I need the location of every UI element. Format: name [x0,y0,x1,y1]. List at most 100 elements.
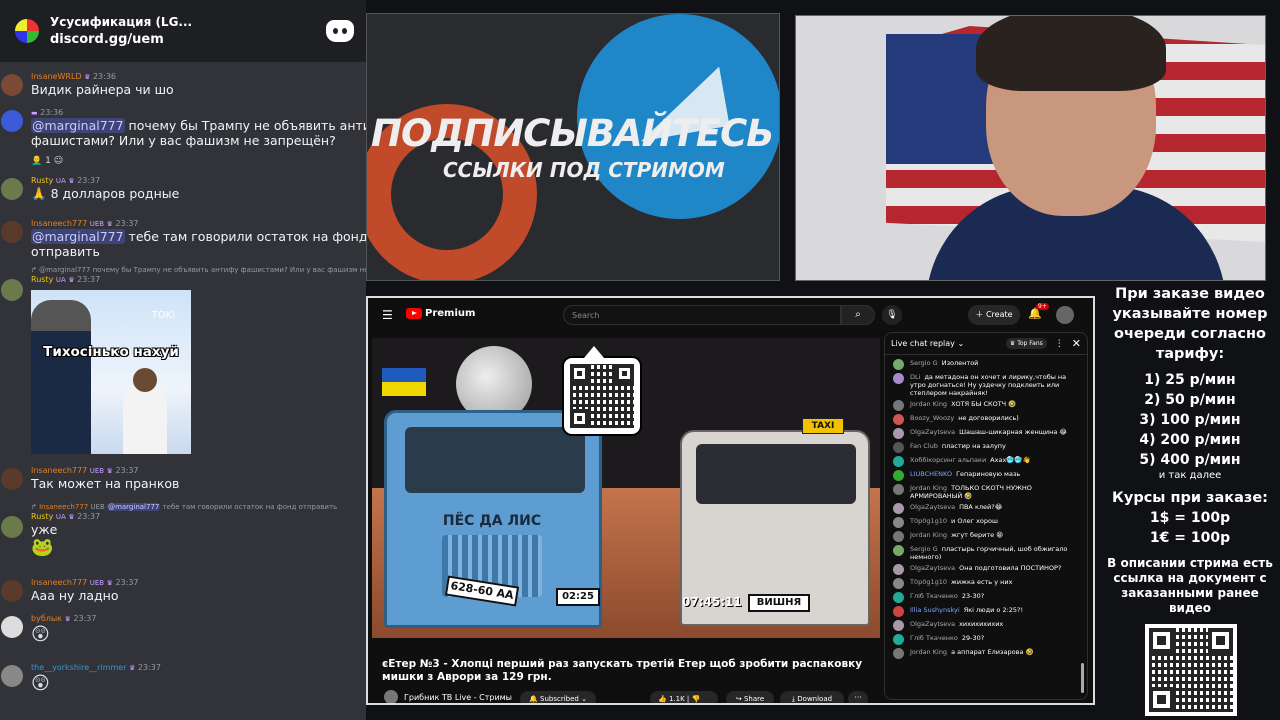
message-author[interactable]: Rusty [31,512,53,521]
reaction[interactable]: 👨‍🦲 1 ☺ [31,156,63,166]
share-button[interactable]: ↪ Share [726,691,774,703]
chat-text: 29-30? [961,634,985,642]
chat-body: Sergio G Изолентой [910,359,978,367]
message-author[interactable]: the__yorkshire__rimmer [31,663,126,672]
top-fans-button[interactable]: ♛ Top Fans [1005,338,1047,349]
course-item: 1$ = 100р [1149,510,1231,526]
chat-text: Шашаш-шикарная женщина 😂 [959,428,1067,436]
chat-avatar[interactable] [893,359,904,370]
close-icon[interactable]: ✕ [1072,337,1081,350]
chat-avatar[interactable] [893,373,904,384]
message-author[interactable]: Rusty [31,176,53,185]
chat-avatar[interactable] [893,400,904,411]
chat-body: DLi да метадона он хочет и лирику,чтобы н… [910,373,1083,397]
user-mention[interactable]: @marginal777 [31,118,125,133]
chat-author[interactable]: OlgaZaytseva [910,428,955,436]
server-invite[interactable]: discord.gg/uem [50,32,192,47]
chat-body: Jordan King ТОЛЬКО СКОТЧ НУЖНО АРМИРОВАНЫ… [910,484,1083,500]
chat-body: T0p0g1g10 и Олег хорош [910,517,998,525]
share-label: Share [743,695,765,703]
reply-preview[interactable]: ↱ Insaneech777 UEB @marginal777 тебе там… [31,502,366,512]
chat-author[interactable]: Illia Sushynskyi [910,606,960,614]
chat-author[interactable]: Fan Club [910,442,938,450]
thumbs-up-icon: 👍 [658,695,667,703]
youtube-logo[interactable]: Premium [406,308,475,319]
chat-avatar[interactable] [893,545,904,556]
chat-author[interactable]: Sergio G [910,545,938,553]
message-text-part: тебе там говорили остаток на фонд [124,229,366,244]
chat-message: Rusty UA ♛ 23:37 🙏 8 долларов родные [0,176,366,201]
chat-author[interactable]: T0p0g1g10 [910,517,947,525]
gif-attachment[interactable]: TOKi Тихосінько нахуй [31,290,191,454]
chat-avatar[interactable] [893,648,904,659]
chat-author[interactable]: OlgaZaytseva [910,503,955,511]
message-author[interactable]: Insaneech777 [31,219,87,228]
video-player[interactable]: ПЁС ДА ЛИС 628-60 АА 02:25 TAXI 07:45:11… [372,338,880,638]
chat-author[interactable]: OlgaZaytseva [910,620,955,628]
chat-title[interactable]: Live chat replay [891,339,955,348]
chat-avatar[interactable] [893,531,904,542]
account-avatar[interactable] [1056,306,1074,324]
chat-avatar[interactable] [893,414,904,425]
message-author[interactable]: Insaneech777 [31,466,87,475]
search-input[interactable]: Search [563,305,841,325]
more-actions-button[interactable]: ··· [848,691,868,703]
chat-author[interactable]: Jordan King [910,648,947,656]
chat-avatar[interactable] [893,428,904,439]
download-button[interactable]: ⤓ Download [780,691,844,703]
chat-avatar[interactable] [893,620,904,631]
chat-author[interactable]: LIUBCHENKO [910,470,952,478]
chat-author[interactable]: T0p0g1g10 [910,578,947,586]
chat-scrollbar[interactable] [1081,663,1084,693]
message-author[interactable]: InsaneWRLD [31,72,82,81]
chat-avatar[interactable] [893,442,904,453]
chat-row: Гліб Ткаченко 23-30? [885,592,1087,603]
reply-preview[interactable]: ↱ @marginal777 почему бы Трампу не объяв… [31,265,366,275]
mic-button[interactable]: 🎙 [882,305,902,325]
chat-avatar[interactable] [893,592,904,603]
message-author[interactable]: Rusty [31,275,53,284]
more-options-icon[interactable]: ⋮ [1055,339,1064,349]
chat-avatar[interactable] [893,606,904,617]
search-button[interactable]: ⌕ [841,305,875,325]
chat-author[interactable]: Гліб Ткаченко [910,634,958,642]
chat-body: Jordan King жгут берите 😁 [910,531,1003,539]
message-text-part: 8 долларов родные [50,186,180,201]
chat-avatar[interactable] [893,634,904,645]
subscribed-button[interactable]: 🔔 Subscribed ⌄ [520,691,596,703]
qr-pattern [570,364,634,428]
chat-avatar[interactable] [893,503,904,514]
user-mention[interactable]: @marginal777 [31,229,125,244]
like-button[interactable]: 👍 1.1K | 👎 [650,691,718,703]
channel-name[interactable]: Грибник ТВ Live - Стримы [404,693,512,702]
channel-avatar[interactable] [384,690,398,703]
chat-author[interactable]: DLi [910,373,920,381]
chat-avatar[interactable] [893,456,904,467]
message-author[interactable]: Insaneech777 [31,578,87,587]
create-button[interactable]: ＋ Create [968,305,1020,325]
youtube-play-icon [406,308,422,319]
chat-author[interactable]: Гліб Ткаченко [910,592,958,600]
add-reaction-icon[interactable]: ☺ [54,156,63,166]
chat-row: Fan Club пластир на залупу [885,442,1087,453]
chat-author[interactable]: Boozy_Woozy [910,414,954,422]
menu-icon[interactable]: ☰ [382,308,393,322]
chat-avatar[interactable] [893,578,904,589]
channel-info[interactable]: Грибник ТВ Live - Стримы [384,690,512,703]
chat-author[interactable]: Jordan King [910,531,947,539]
thumbs-down-icon[interactable]: 👎 [692,695,701,703]
chat-author[interactable]: Jordan King [910,484,947,492]
chat-author[interactable]: Sergio G [910,359,938,367]
chat-author[interactable]: OlgaZaytseva [910,564,955,572]
chat-author[interactable]: Jordan King [910,400,947,408]
chat-avatar[interactable] [893,564,904,575]
message-author[interactable]: bублык [31,614,62,623]
chat-avatar[interactable] [893,470,904,481]
chat-avatar[interactable] [893,484,904,495]
avatar [1,178,23,200]
chat-author[interactable]: Хоббікорсинг альпаки [910,456,986,464]
chevron-down-icon[interactable]: ⌄ [957,339,964,348]
gif-caption: Тихосінько нахуй [43,344,179,360]
chat-avatar[interactable] [893,517,904,528]
download-label: Download [797,695,833,703]
